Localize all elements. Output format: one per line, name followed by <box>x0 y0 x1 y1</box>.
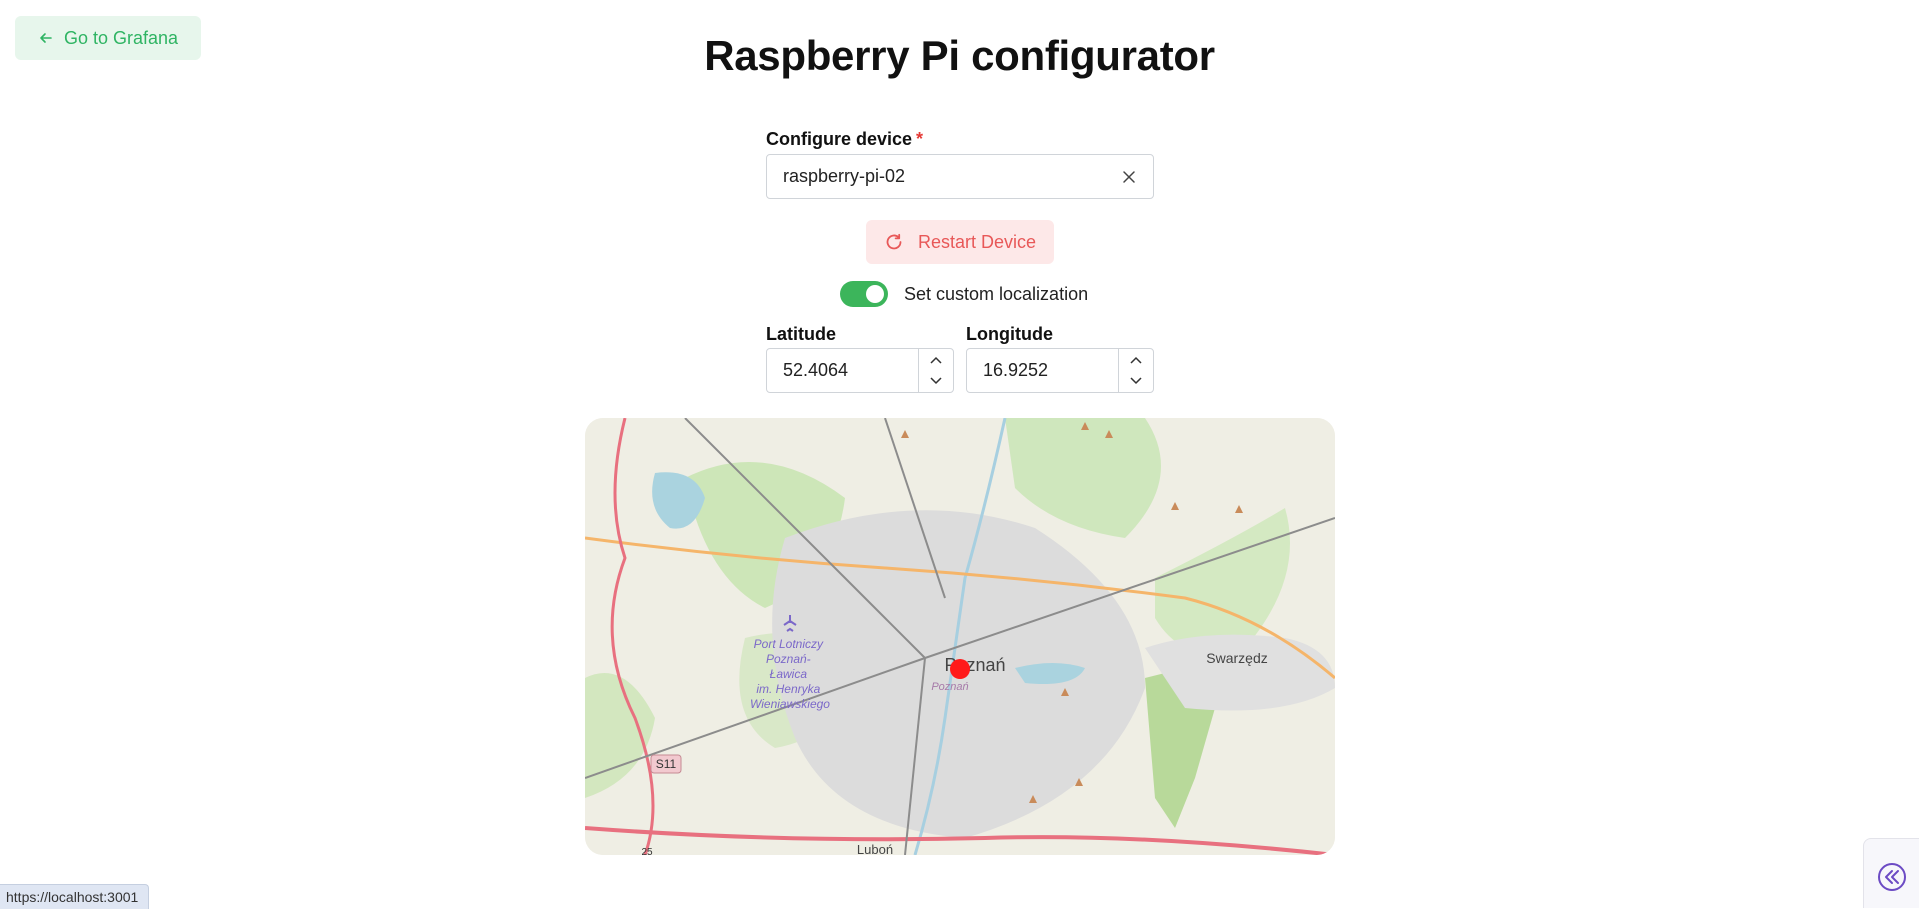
chevron-up-icon <box>1130 356 1142 364</box>
longitude-increment-button[interactable] <box>1119 349 1153 371</box>
longitude-input[interactable]: 16.9252 <box>966 348 1154 393</box>
airport-label-line: Ławica <box>770 667 808 681</box>
longitude-decrement-button[interactable] <box>1119 371 1153 393</box>
configure-device-label: Configure device * <box>766 129 923 150</box>
latitude-decrement-button[interactable] <box>919 371 953 393</box>
location-marker[interactable] <box>950 659 970 679</box>
latitude-stepper <box>918 349 953 392</box>
longitude-label: Longitude <box>966 324 1053 344</box>
page-title: Raspberry Pi configurator <box>704 32 1215 79</box>
status-url: https://localhost:3001 <box>0 884 150 909</box>
collapse-icon[interactable] <box>1876 861 1908 893</box>
location-map[interactable]: Port Lotniczy Poznań- Ławica im. Henryka… <box>585 418 1335 855</box>
chevron-down-icon <box>930 377 942 385</box>
latitude-label: Latitude <box>766 324 836 344</box>
map-canvas[interactable]: Port Lotniczy Poznań- Ławica im. Henryka… <box>585 418 1335 855</box>
town-south-label: Luboń <box>857 842 893 855</box>
clear-icon[interactable] <box>1119 167 1139 187</box>
longitude-value[interactable]: 16.9252 <box>967 349 1118 392</box>
airport-label-line: im. Henryka <box>756 682 820 696</box>
chevron-up-icon <box>930 356 942 364</box>
road-shield-2-label: 25 <box>641 847 653 855</box>
custom-localization-label: Set custom localization <box>904 283 1089 304</box>
city-sublabel: Poznań <box>931 681 968 693</box>
refresh-icon <box>886 233 902 250</box>
custom-localization-toggle[interactable] <box>840 281 888 307</box>
latitude-value[interactable]: 52.4064 <box>767 349 918 392</box>
chevron-down-icon <box>1130 377 1142 385</box>
configure-device-label-text: Configure device <box>766 129 913 149</box>
device-select-value: raspberry-pi-02 <box>783 166 906 186</box>
airport-label-line: Wieniawskiego <box>750 697 830 711</box>
latitude-input[interactable]: 52.4064 <box>766 348 954 393</box>
latitude-increment-button[interactable] <box>919 349 953 371</box>
road-shield-label: S11 <box>656 757 677 771</box>
airport-label-line: Port Lotniczy <box>754 637 824 651</box>
device-select[interactable]: raspberry-pi-02 <box>766 154 1154 199</box>
custom-localization-row: Set custom localization <box>840 280 1088 308</box>
restart-device-label: Restart Device <box>917 231 1037 252</box>
airport-label-line: Poznań- <box>766 652 811 666</box>
longitude-stepper <box>1118 349 1153 392</box>
toggle-knob <box>866 285 884 303</box>
required-mark: * <box>916 129 924 149</box>
restart-device-button[interactable]: Restart Device <box>866 220 1054 264</box>
town-east-label: Swarzędz <box>1206 650 1267 666</box>
